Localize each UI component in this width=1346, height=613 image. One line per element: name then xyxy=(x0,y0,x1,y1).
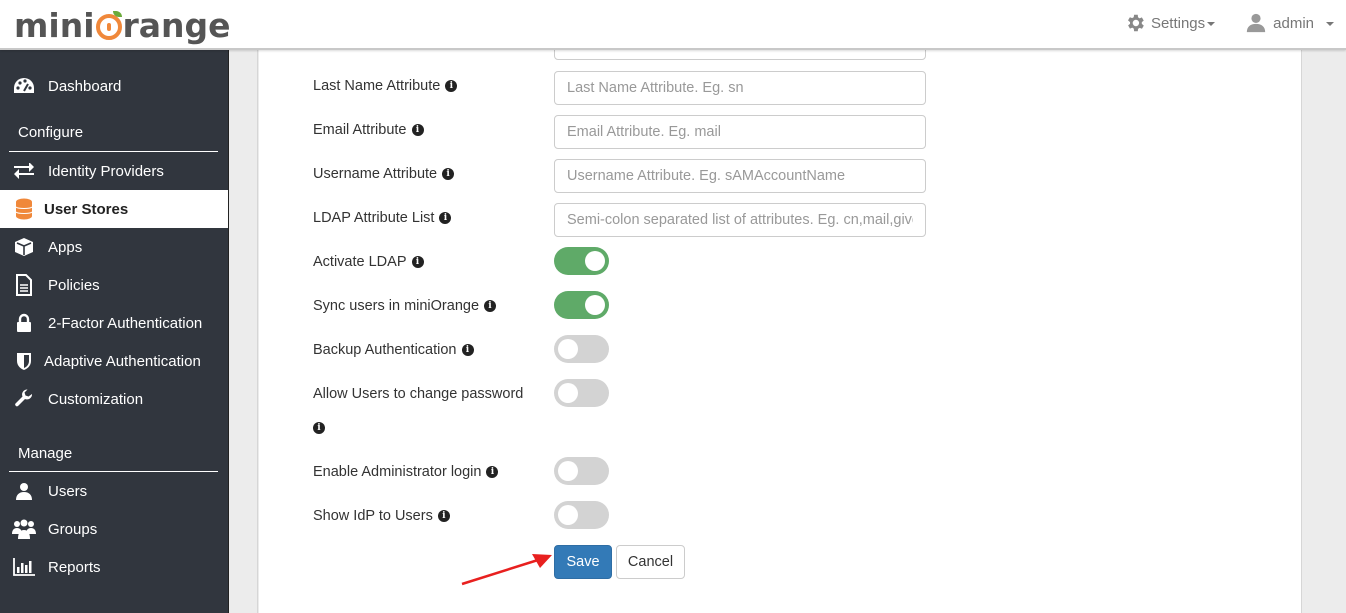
toggle-label-admin-login: Enable Administrator login i xyxy=(313,464,499,480)
chevron-down-icon xyxy=(1326,22,1334,26)
miniorange-logo[interactable]: mini range xyxy=(14,5,231,45)
sidebar-item-2fa[interactable]: 2-Factor Authentication xyxy=(0,304,228,342)
sidebar: Dashboard Configure Identity Providers U… xyxy=(0,50,229,613)
info-icon[interactable]: i xyxy=(411,256,424,268)
toggle-label-backup-auth: Backup Authentication i xyxy=(313,342,474,358)
sidebar-item-label: User Stores xyxy=(44,200,129,218)
top-right-menu: Settings admin xyxy=(1124,12,1334,34)
logo-text-range: range xyxy=(122,5,231,45)
lock-icon xyxy=(12,312,36,334)
info-icon[interactable]: i xyxy=(313,422,325,434)
sidebar-item-label: Policies xyxy=(48,276,100,294)
logo-orange-icon xyxy=(95,11,122,40)
group-icon xyxy=(12,518,36,540)
last-name-attribute-input[interactable] xyxy=(554,71,926,105)
toggle-label-activate-ldap: Activate LDAP i xyxy=(313,254,424,270)
logo-text-mini: mini xyxy=(14,5,95,45)
show-idp-toggle[interactable] xyxy=(554,501,609,529)
info-icon[interactable]: i xyxy=(437,510,450,522)
sidebar-item-policies[interactable]: Policies xyxy=(0,266,228,304)
sidebar-item-customization[interactable]: Customization xyxy=(0,380,228,418)
toggle-knob xyxy=(558,339,578,359)
cube-icon xyxy=(12,236,36,258)
toggle-knob xyxy=(558,505,578,525)
sidebar-item-identity-providers[interactable]: Identity Providers xyxy=(0,152,228,190)
toggle-label-change-password: Allow Users to change password xyxy=(313,386,524,402)
sidebar-item-label: Users xyxy=(48,482,88,500)
sidebar-item-groups[interactable]: Groups xyxy=(0,510,228,548)
info-icon[interactable]: i xyxy=(445,80,458,92)
database-icon xyxy=(12,198,36,220)
user-store-form-panel: Last Name Attribute i Email Attribute i … xyxy=(259,26,1302,613)
settings-dropdown[interactable]: Settings xyxy=(1124,12,1216,34)
user-dropdown[interactable]: admin xyxy=(1245,12,1334,34)
cancel-button[interactable]: Cancel xyxy=(616,545,685,579)
info-icon[interactable]: i xyxy=(442,168,455,180)
chevron-down-icon xyxy=(1207,22,1216,26)
toggle-knob xyxy=(558,383,578,403)
sidebar-item-label: Customization xyxy=(48,390,144,408)
info-icon[interactable]: i xyxy=(439,212,452,224)
document-icon xyxy=(12,274,36,296)
wrench-icon xyxy=(12,388,36,410)
email-attribute-input[interactable] xyxy=(554,115,926,149)
sidebar-item-reports[interactable]: Reports xyxy=(0,548,228,586)
sidebar-item-dashboard[interactable]: Dashboard xyxy=(0,67,228,105)
sidebar-item-label: Identity Providers xyxy=(48,162,164,180)
sidebar-item-label: 2-Factor Authentication xyxy=(48,314,203,332)
user-label: admin xyxy=(1273,14,1314,32)
content-gutter-right xyxy=(1303,50,1346,613)
top-navbar: mini range Settings admin xyxy=(0,0,1346,50)
field-label-username: Username Attribute i xyxy=(313,166,455,182)
username-attribute-input[interactable] xyxy=(554,159,926,193)
sidebar-item-apps[interactable]: Apps xyxy=(0,228,228,266)
info-icon[interactable]: i xyxy=(484,300,497,312)
toggle-knob xyxy=(558,461,578,481)
sidebar-item-label: Dashboard xyxy=(48,77,122,95)
toggle-label-sync-users: Sync users in miniOrange i xyxy=(313,298,497,314)
ldap-attribute-list-input[interactable] xyxy=(554,203,926,237)
activate-ldap-toggle[interactable] xyxy=(554,247,609,275)
sidebar-item-user-stores[interactable]: User Stores xyxy=(0,190,228,228)
field-label-last-name: Last Name Attribute i xyxy=(313,78,458,94)
enable-admin-login-toggle[interactable] xyxy=(554,457,609,485)
bar-chart-icon xyxy=(12,556,36,578)
toggle-knob xyxy=(585,295,605,315)
exchange-icon xyxy=(12,160,36,182)
toggle-knob xyxy=(585,251,605,271)
info-icon[interactable]: i xyxy=(461,344,474,356)
save-button[interactable]: Save xyxy=(554,545,612,579)
content-gutter xyxy=(230,50,258,613)
backup-authentication-toggle[interactable] xyxy=(554,335,609,363)
user-icon xyxy=(1246,13,1266,33)
section-configure: Configure xyxy=(18,124,84,141)
settings-label: Settings xyxy=(1150,14,1206,32)
sidebar-item-label: Groups xyxy=(48,520,98,538)
sidebar-item-users[interactable]: Users xyxy=(0,472,228,510)
sidebar-item-label: Reports xyxy=(48,558,101,576)
section-manage: Manage xyxy=(18,445,73,462)
field-label-email: Email Attribute i xyxy=(313,122,424,138)
user-icon xyxy=(12,480,36,502)
dashboard-icon xyxy=(12,75,36,97)
info-icon[interactable]: i xyxy=(486,466,499,478)
shield-icon xyxy=(12,350,36,372)
sidebar-item-label: Adaptive Authentication xyxy=(44,352,201,370)
toggle-label-show-idp: Show IdP to Users i xyxy=(313,508,450,524)
sync-users-toggle[interactable] xyxy=(554,291,609,319)
field-label-ldap-attribute-list: LDAP Attribute List i xyxy=(313,210,452,226)
info-icon[interactable]: i xyxy=(411,124,424,136)
sidebar-item-label: Apps xyxy=(48,238,83,256)
allow-change-password-toggle[interactable] xyxy=(554,379,609,407)
sidebar-item-adaptive-auth[interactable]: Adaptive Authentication xyxy=(0,342,228,380)
gear-icon xyxy=(1127,14,1144,32)
